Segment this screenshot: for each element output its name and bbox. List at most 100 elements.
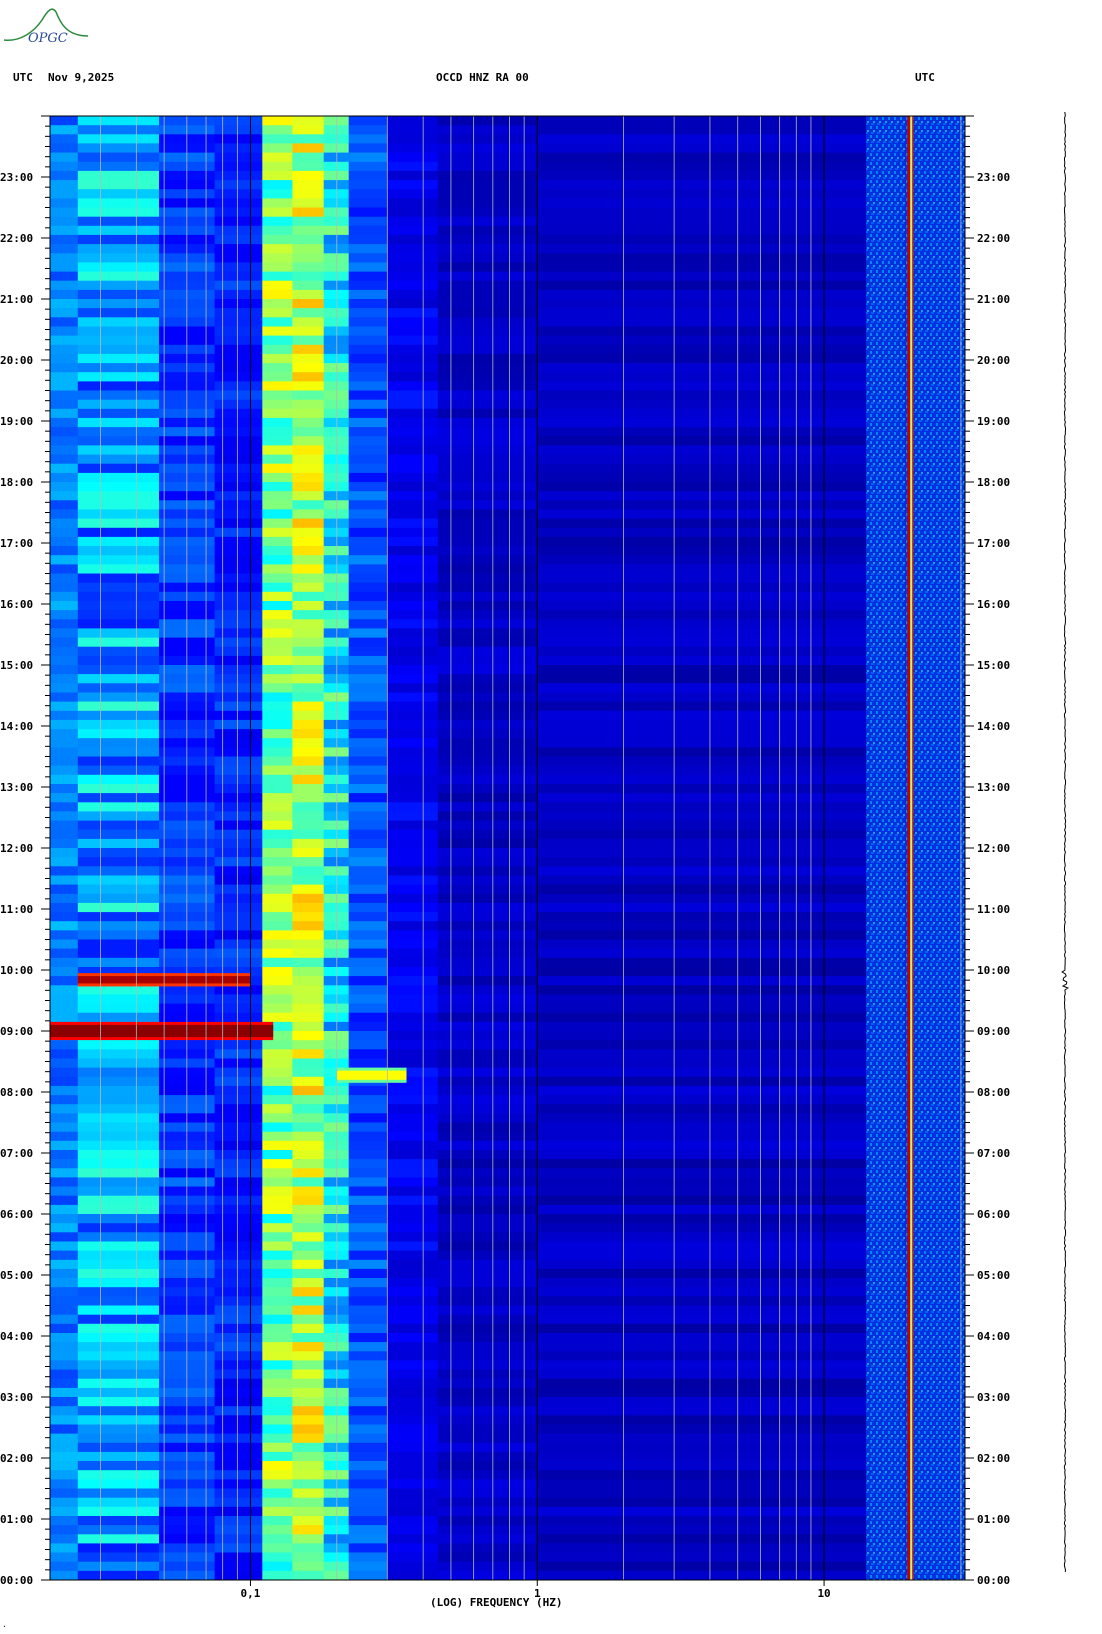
- spectrogram-cell: [348, 1031, 388, 1041]
- spectrogram-cell: [537, 1305, 867, 1316]
- spectrogram-cell: [387, 417, 439, 428]
- spectrogram-cell: [262, 1250, 293, 1261]
- spectrogram-cell: [262, 628, 293, 638]
- spectrogram-cell: [77, 665, 160, 675]
- spectrogram-cell: [292, 253, 325, 263]
- spectrogram-cell: [537, 225, 867, 236]
- spectrogram-cell: [387, 198, 439, 208]
- spectrogram-cell: [387, 1095, 439, 1105]
- spectrogram-cell: [214, 289, 263, 300]
- spectrogram-cell: [348, 811, 388, 821]
- spectrogram-cell: [387, 445, 439, 455]
- spectrogram-cell: [387, 262, 439, 272]
- spectrogram-cell: [387, 363, 439, 373]
- spectrogram-cell: [214, 784, 263, 794]
- spectrogram-cell: [348, 921, 388, 931]
- spectrogram-cell: [77, 994, 160, 1004]
- spectrogram-cell: [387, 976, 439, 986]
- spectrogram-cell: [50, 1150, 79, 1160]
- spectrogram-cell: [214, 1003, 263, 1014]
- spectrogram-cell: [437, 765, 538, 776]
- spectrogram-cell: [348, 884, 388, 895]
- spectrogram-cell: [437, 326, 538, 337]
- spectrogram-cell: [292, 463, 325, 474]
- spectrogram-cell: [292, 1552, 325, 1563]
- spectrogram-cell: [292, 1378, 325, 1389]
- spectrogram-cell: [387, 280, 439, 291]
- spectrogram-cell: [437, 1159, 538, 1169]
- spectrogram-cell: [348, 527, 388, 538]
- spectrogram-cell: [437, 353, 538, 364]
- spectrogram-cell: [437, 308, 538, 318]
- spectrogram-cell: [292, 1497, 325, 1508]
- spectrogram-cell: [437, 591, 538, 602]
- spectrogram-cell: [292, 628, 325, 638]
- spectrogram-cell: [292, 1223, 325, 1233]
- spectrogram-cell: [537, 445, 867, 455]
- spectrogram-cell: [50, 710, 79, 721]
- spectrogram-cell: [537, 152, 867, 163]
- spectrogram-cell: [437, 161, 538, 172]
- spectrogram-cell: [292, 921, 325, 931]
- spectrogram-cell: [292, 939, 325, 950]
- spectrogram-cell: [348, 152, 388, 163]
- spectrogram-cell: [262, 363, 293, 373]
- spectrogram-cell: [262, 417, 293, 428]
- spectrogram-cell: [77, 1076, 160, 1087]
- spectrogram-cell: [214, 793, 263, 803]
- spectrogram-cell: [262, 509, 293, 519]
- y-tick-label-right: 04:00: [977, 1330, 1010, 1343]
- spectrogram-cell: [50, 610, 79, 620]
- spectrogram-cell: [537, 1223, 867, 1233]
- spectrogram-cell: [348, 1168, 388, 1178]
- spectrogram-cell: [262, 1296, 293, 1306]
- spectrogram-cell: [437, 619, 538, 629]
- spectrogram-cell: [537, 500, 867, 510]
- y-tick-label-right: 00:00: [977, 1574, 1010, 1587]
- spectrogram-cell: [292, 967, 325, 977]
- spectrogram-cell: [262, 875, 293, 886]
- spectrogram-cell: [50, 527, 79, 538]
- y-tick-label-right: 07:00: [977, 1147, 1010, 1160]
- spectrogram-cell: [437, 1314, 538, 1325]
- spectrogram-cell: [348, 546, 388, 556]
- spectrogram-cell: [437, 225, 538, 236]
- spectrogram-cell: [292, 1113, 325, 1123]
- spectrogram-cell: [537, 1296, 867, 1306]
- spectrogram-cell: [437, 1268, 538, 1279]
- spectrogram-cell: [537, 1159, 867, 1169]
- spectrogram-cell: [50, 1387, 79, 1398]
- spectrogram-cell: [537, 436, 867, 446]
- spectrogram-cell: [77, 1204, 160, 1215]
- spectrogram-cell: [348, 445, 388, 455]
- spectrogram-cell: [437, 1287, 538, 1297]
- spectrogram-cell: [348, 1470, 388, 1480]
- spectrogram-cell: [50, 628, 79, 638]
- spectrogram-cell: [348, 482, 388, 492]
- spectrogram-cell: [77, 482, 160, 492]
- y-tick-label-left: 01:00: [0, 1513, 33, 1526]
- spectrogram-cell: [537, 1387, 867, 1398]
- spectrogram-cell: [262, 948, 293, 959]
- spectrogram-cell: [437, 527, 538, 538]
- spectrogram-cell: [214, 683, 263, 693]
- spectrogram-cell: [348, 1150, 388, 1160]
- spectrogram-cell: [214, 646, 263, 657]
- spectrogram-cell: [537, 811, 867, 821]
- spectrogram-cell: [77, 1323, 160, 1334]
- spectrogram-cell: [77, 280, 160, 291]
- spectrogram-cell: [437, 921, 538, 931]
- spectrogram-cell: [387, 1214, 439, 1224]
- spectrogram-cell: [214, 1360, 263, 1370]
- spectrogram-cell: [214, 1342, 263, 1352]
- spectrogram-cell: [214, 1150, 263, 1160]
- spectrogram-cell: [537, 1479, 867, 1489]
- spectrogram-cell: [77, 628, 160, 638]
- spectrogram-cell: [537, 665, 867, 675]
- spectrogram-cell: [387, 1397, 439, 1407]
- spectrogram-cell: [50, 417, 79, 428]
- spectrogram-cell: [77, 1150, 160, 1160]
- corner-mark: .: [2, 1620, 7, 1629]
- spectrogram-cell: [348, 381, 388, 391]
- spectrogram-cell: [77, 1177, 160, 1187]
